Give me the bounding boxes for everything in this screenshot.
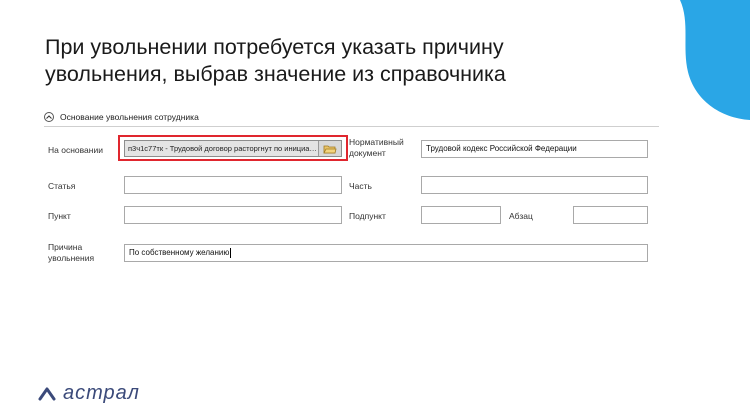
part-label: Часть (349, 181, 372, 191)
slide-title-line2: увольнения, выбрав значение из справочни… (45, 62, 506, 86)
text-cursor (230, 247, 232, 258)
basis-value: п3ч1с77тк - Трудовой договор расторгнут … (128, 144, 318, 153)
section-divider (44, 126, 659, 127)
slide-title-line1: При увольнении потребуется указать причи… (45, 35, 504, 59)
reason-label: Причина увольнения (48, 242, 94, 264)
reason-field[interactable]: По собственному желанию (124, 244, 648, 262)
article-field[interactable] (124, 176, 342, 194)
part-field[interactable] (421, 176, 648, 194)
basis-label: На основании (48, 145, 103, 155)
basis-lookup-field[interactable]: п3ч1с77тк - Трудовой договор расторгнут … (124, 140, 342, 157)
logo-text: астрал (63, 382, 140, 404)
section-title: Основание увольнения сотрудника (60, 112, 199, 122)
slide-title: При увольнении потребуется указать причи… (45, 34, 605, 88)
paragraph-field[interactable] (573, 206, 648, 224)
normative-label-line1: Нормативный (349, 137, 404, 147)
section-header: Основание увольнения сотрудника (44, 112, 199, 122)
normative-label-line2: документ (349, 148, 386, 158)
subpoint-field[interactable] (421, 206, 501, 224)
astral-logo: астрал (38, 382, 140, 405)
normative-document-field[interactable]: Трудовой кодекс Российской Федерации (421, 140, 648, 158)
point-label: Пункт (48, 211, 71, 221)
decorative-corner-shape (680, 0, 750, 120)
reason-label-line1: Причина (48, 242, 83, 252)
astral-logo-icon (38, 387, 56, 400)
chevron-up-icon[interactable] (44, 112, 54, 122)
reason-value: По собственному желанию (129, 248, 230, 257)
point-field[interactable] (124, 206, 342, 224)
folder-icon[interactable] (318, 141, 341, 156)
normative-document-label: Нормативный документ (349, 137, 404, 159)
subpoint-label: Подпункт (349, 211, 386, 221)
paragraph-label: Абзац (509, 211, 533, 221)
reason-label-line2: увольнения (48, 253, 95, 263)
article-label: Статья (48, 181, 76, 191)
